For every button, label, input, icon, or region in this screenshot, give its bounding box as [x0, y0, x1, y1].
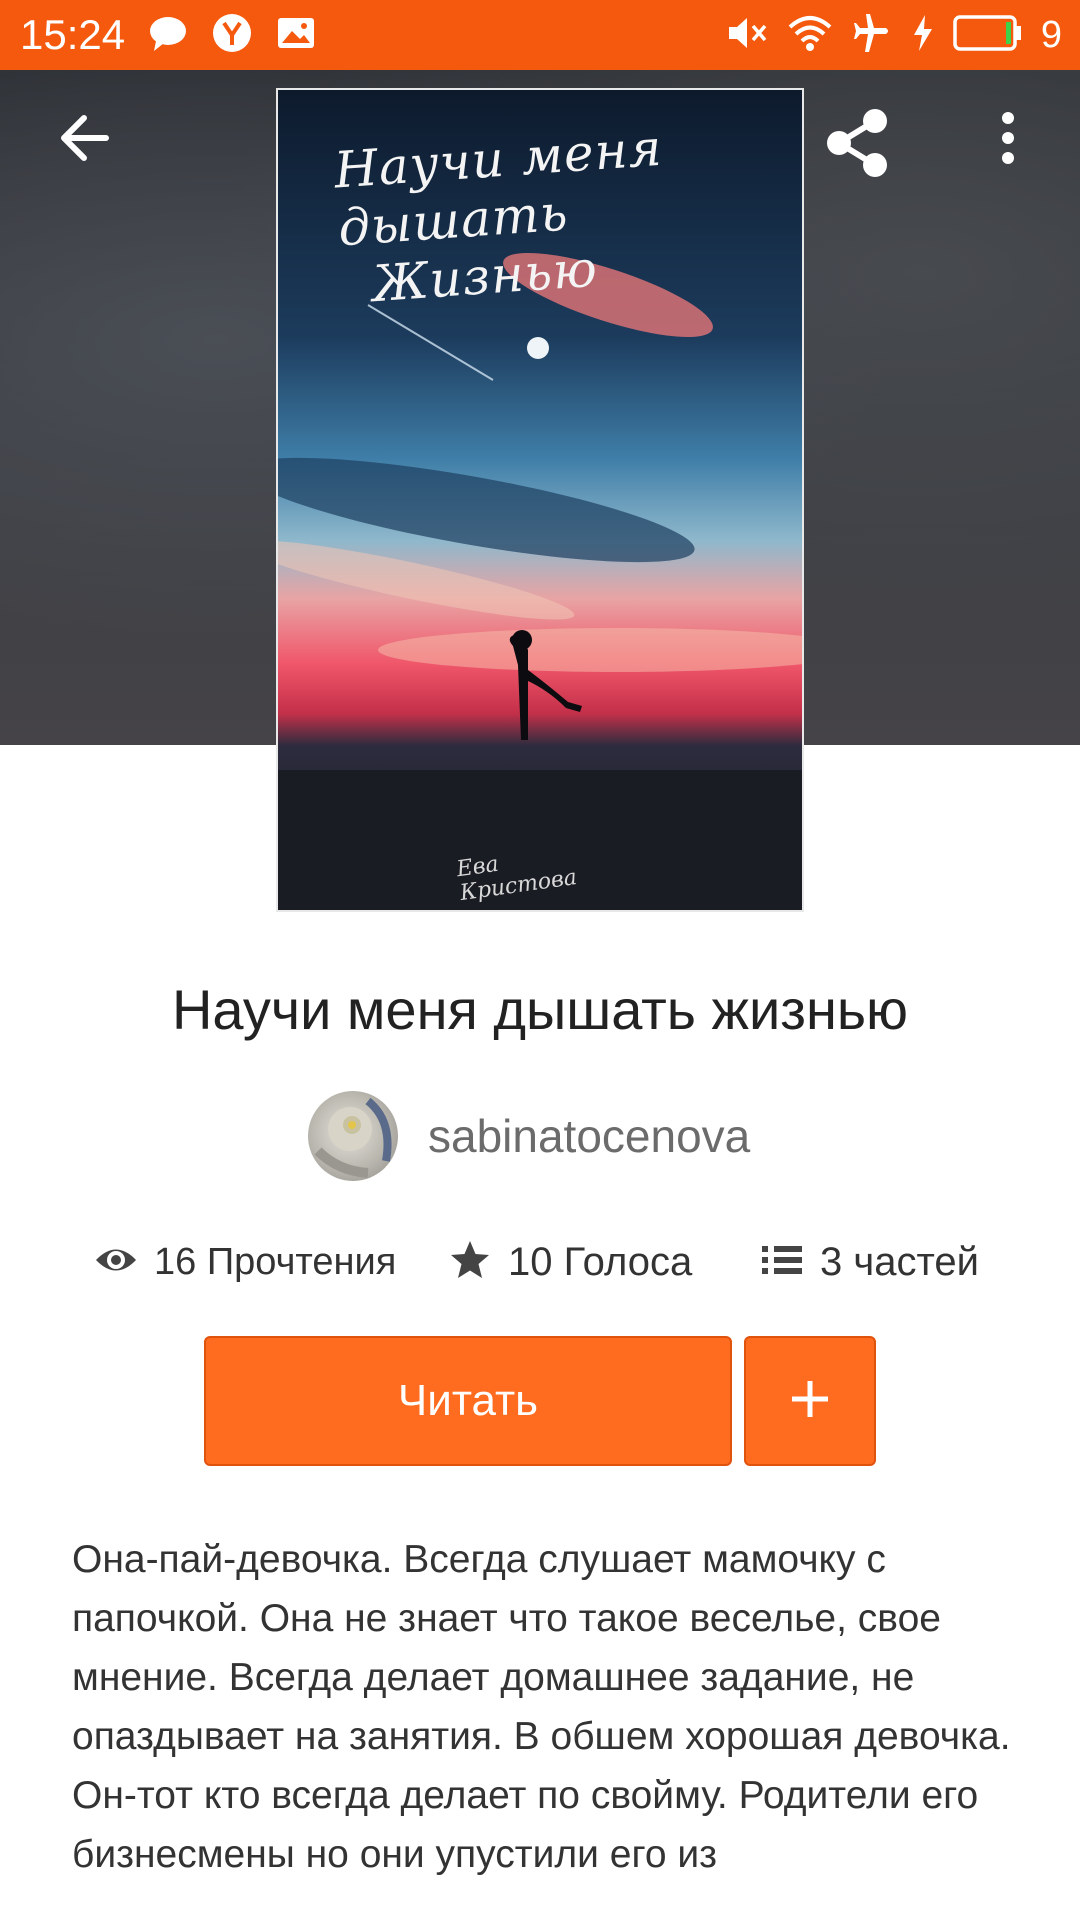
battery-level: 9: [1040, 13, 1062, 56]
wifi-icon: [787, 13, 833, 58]
status-bar: 15:24 9: [0, 0, 1080, 70]
reads-stat: 16 Прочтения: [94, 1232, 396, 1292]
votes-count: 10 Голоса: [508, 1239, 693, 1284]
star-icon: [448, 1239, 492, 1286]
book-description: Она-пай-девочка. Всегда слушает мамочку …: [72, 1538, 1011, 1876]
eye-icon: [94, 1243, 138, 1282]
stats-row: 16 Прочтения 10 Голоса 3 частей: [0, 1232, 1080, 1292]
add-to-library-button[interactable]: [744, 1336, 876, 1466]
author-row[interactable]: sabinatocenova: [308, 1090, 750, 1182]
mute-icon: [725, 13, 769, 58]
share-icon: [819, 105, 895, 186]
status-time: 15:24: [20, 11, 126, 58]
cover-title: Научи меня дышать Жизнью: [332, 119, 672, 316]
parts-count: 3 частей: [820, 1239, 979, 1284]
list-icon: [760, 1243, 804, 1282]
avatar[interactable]: [308, 1091, 398, 1181]
battery-icon: [953, 14, 1023, 57]
more-options-button[interactable]: [968, 100, 1048, 180]
read-button-label: Читать: [397, 1376, 539, 1425]
airplane-icon: [851, 13, 893, 58]
author-name[interactable]: sabinatocenova: [428, 1109, 750, 1163]
book-cover[interactable]: Научи меня дышать Жизнью Ева Кристова: [276, 88, 804, 912]
read-button[interactable]: Читать: [204, 1336, 732, 1466]
charging-icon: [911, 13, 935, 58]
chat-icon: [148, 13, 188, 58]
yandex-icon: [212, 13, 252, 58]
back-button[interactable]: [44, 100, 124, 180]
votes-stat: 10 Голоса: [448, 1232, 692, 1292]
reads-count: 16 Прочтения: [154, 1240, 397, 1283]
share-button[interactable]: [812, 100, 902, 190]
more-vertical-icon: [998, 110, 1018, 171]
book-title: Научи меня дышать жизнью: [171, 978, 909, 1041]
parts-stat: 3 частей: [760, 1232, 979, 1292]
arrow-left-icon: [56, 110, 112, 171]
gallery-icon: [276, 13, 316, 58]
plus-icon: [788, 1377, 832, 1426]
